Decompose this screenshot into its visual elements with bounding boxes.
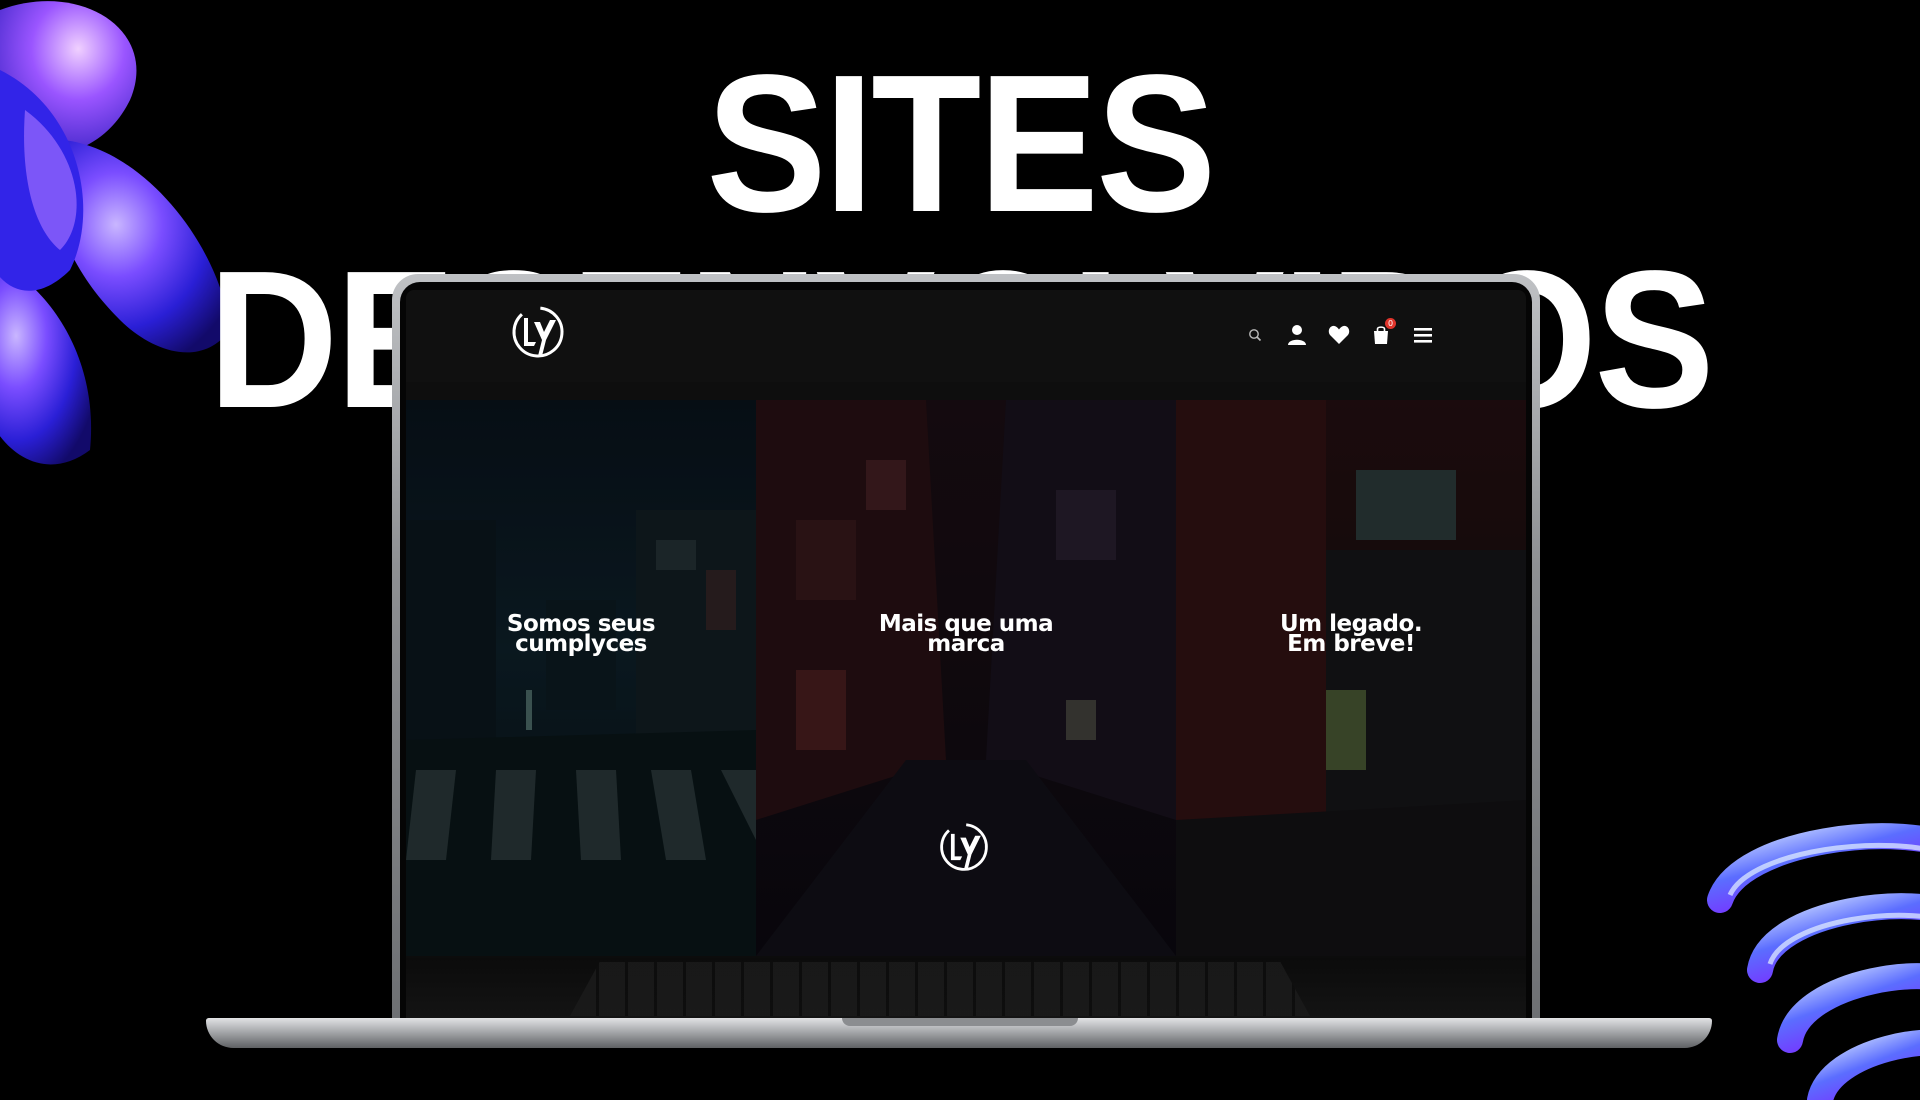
- hero-panel-2[interactable]: Mais que uma marca: [756, 400, 1176, 956]
- header-spacer: [406, 382, 1526, 400]
- user-icon[interactable]: [1284, 322, 1310, 348]
- panel-title-2: Mais que uma marca: [878, 611, 1054, 657]
- site-header: 0: [406, 290, 1526, 383]
- keyboard-keys: [570, 962, 1310, 1016]
- hero-panels: Somos seus cumplyces Mais que uma marca …: [406, 400, 1526, 956]
- hero-panel-3[interactable]: Um legado. Em breve!: [1176, 400, 1526, 956]
- neon-alley-image: [1176, 400, 1526, 956]
- cart-count-badge: 0: [1385, 318, 1396, 329]
- laptop-screen: 0 Somos seus cumplyces Mais que uma marc…: [406, 290, 1526, 958]
- logo-icon[interactable]: [508, 300, 568, 364]
- hero-panel-1[interactable]: Somos seus cumplyces: [406, 400, 756, 956]
- bag-icon[interactable]: 0: [1368, 318, 1396, 348]
- menu-icon[interactable]: [1410, 322, 1436, 348]
- 3d-spring-decoration: [1707, 823, 1920, 1100]
- logo-icon: [940, 823, 988, 871]
- header-actions: 0: [1242, 318, 1436, 350]
- street-night-image: [406, 400, 756, 956]
- panel-title-1: Somos seus cumplyces: [506, 611, 656, 657]
- search-icon[interactable]: [1242, 322, 1268, 348]
- laptop-base-notch: [842, 1018, 1078, 1026]
- heart-icon[interactable]: [1326, 322, 1352, 348]
- panel-title-3: Um legado. Em breve!: [1279, 611, 1423, 657]
